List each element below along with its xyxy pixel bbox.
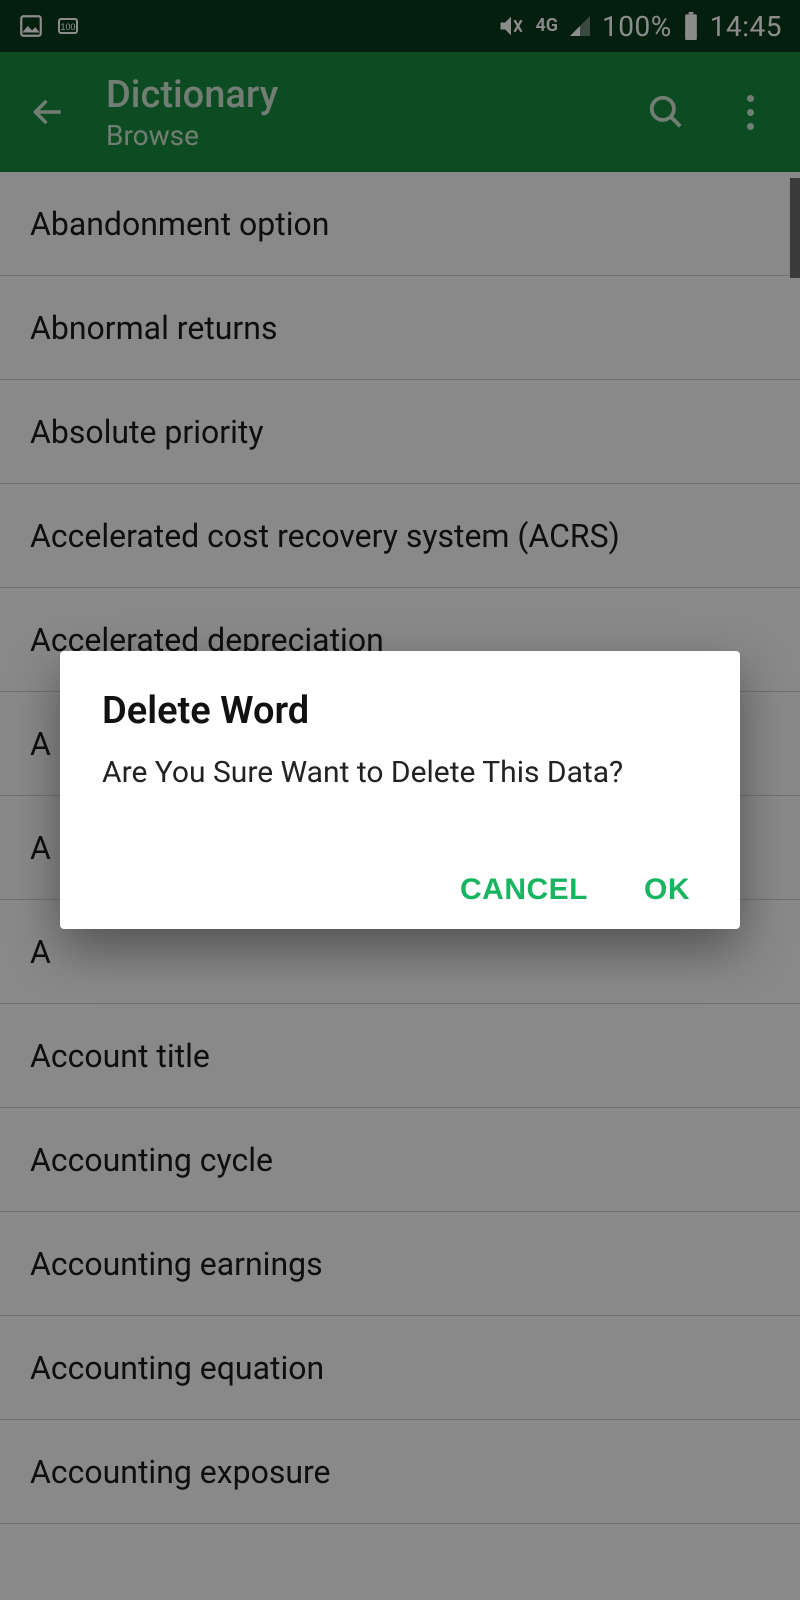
dialog-actions: CANCEL OK	[102, 873, 698, 907]
screen: 100 4G 100% 14:45 Dictionary Browse	[0, 0, 800, 1600]
delete-word-dialog: Delete Word Are You Sure Want to Delete …	[60, 651, 740, 930]
dialog-overlay[interactable]: Delete Word Are You Sure Want to Delete …	[0, 0, 800, 1600]
dialog-message: Are You Sure Want to Delete This Data?	[102, 753, 698, 794]
ok-button[interactable]: OK	[644, 873, 690, 907]
cancel-button[interactable]: CANCEL	[460, 873, 588, 907]
dialog-title: Delete Word	[102, 689, 698, 733]
